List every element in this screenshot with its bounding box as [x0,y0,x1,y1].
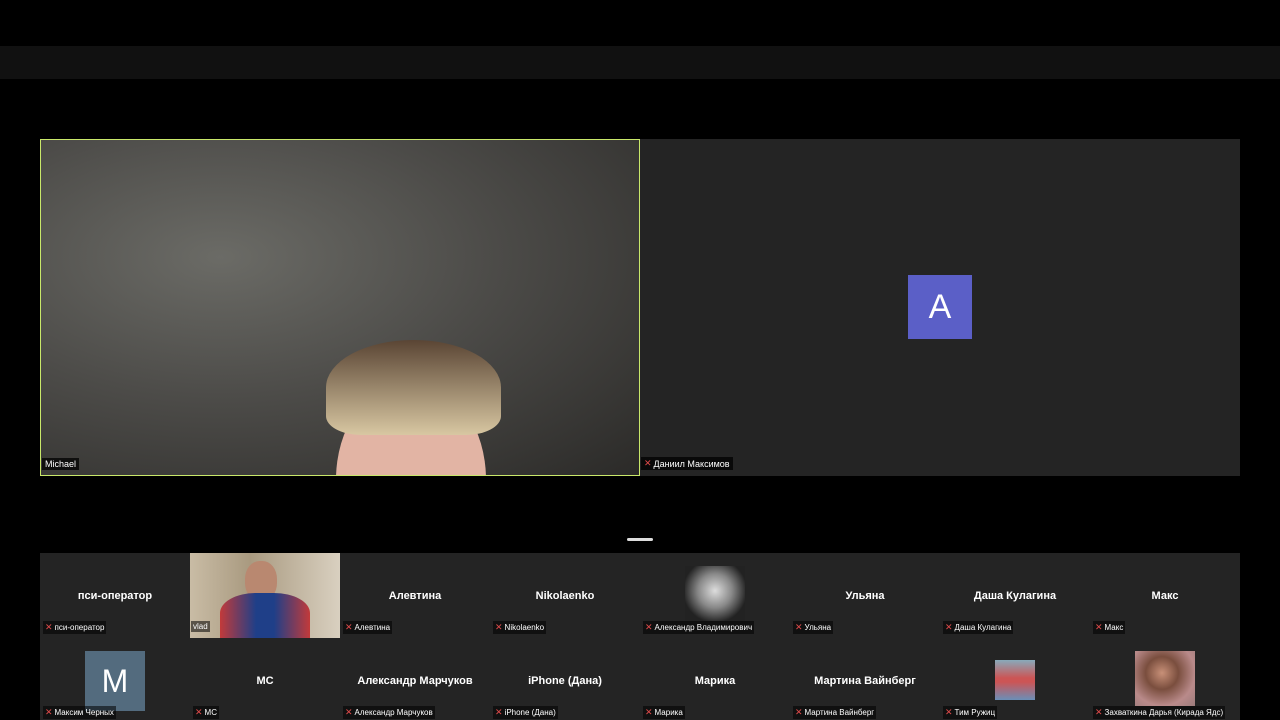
participant-tile[interactable]: Nikolaenko ✕ Nikolaenko [490,553,640,638]
mic-off-icon: ✕ [345,622,353,632]
avatar [1135,651,1195,706]
mic-off-icon: ✕ [495,622,503,632]
participant-name-label: ✕ Ульяна [793,621,834,634]
mic-off-icon: ✕ [195,707,203,717]
participant-tile[interactable]: vlad [190,553,340,638]
participant-name-label: ✕ Даша Кулагина [943,621,1014,634]
participant-title: пси-оператор [77,590,153,602]
top-bar [0,46,1280,79]
participant-title: Александр Марчуков [357,675,473,687]
participant-title: Мартина Вайнберг [814,675,916,687]
participant-tile[interactable]: Алевтина ✕ Алевтина [340,553,490,638]
participant-name-label: ✕ Александр Владимирович [643,621,755,634]
mic-off-icon: ✕ [45,707,53,717]
participant-title: Nikolaenko [535,590,595,602]
participant-name-label: ✕ Nikolaenko [493,621,547,634]
participant-video [190,553,340,638]
resize-handle[interactable] [627,538,653,541]
mic-off-icon: ✕ [345,707,353,717]
participant-tile[interactable]: Александр Марчуков ✕ Александр Марчуков [340,638,490,720]
mic-off-icon: ✕ [45,622,53,632]
mic-off-icon: ✕ [644,458,652,468]
mic-off-icon: ✕ [645,622,653,632]
avatar [685,566,745,621]
participant-name-label: ✕ Алевтина [343,621,393,634]
avatar: M [85,651,145,711]
participant-tile[interactable]: ✕ Захваткина Дарья (Кирада Ядс) [1090,638,1240,720]
participant-name-label: ✕ Тим Ружиц [943,706,998,719]
participant-name: Даниил Максимов [653,458,730,469]
participant-tile[interactable]: Макс ✕ Макс [1090,553,1240,638]
participant-tile[interactable]: iPhone (Дана) ✕ iPhone (Дана) [490,638,640,720]
participant-name-label: ✕ Даниил Максимов [641,457,733,470]
mic-off-icon: ✕ [1095,622,1103,632]
participant-gallery: пси-оператор ✕ пси-оператор vlad Алевтина… [40,553,1240,720]
participant-title: Ульяна [845,590,885,602]
participant-name-label: ✕ Мартина Вайнберг [793,706,877,719]
avatar [995,660,1035,700]
mic-off-icon: ✕ [795,622,803,632]
participant-title: Марика [694,675,736,687]
mic-off-icon: ✕ [945,707,953,717]
participant-tile[interactable]: ✕ Тим Ружиц [940,638,1090,720]
participant-name-label: ✕ пси-оператор [43,621,107,634]
participant-title: Алевтина [388,590,442,602]
participant-tile[interactable]: M ✕ Максим Черных [40,638,190,720]
participant-tile[interactable]: ✕ Александр Владимирович [640,553,790,638]
participant-title: Даша Кулагина [973,590,1057,602]
participant-name-label: vlad [191,621,210,632]
mic-off-icon: ✕ [945,622,953,632]
participant-name: Michael [45,459,77,469]
video-tile-avatar[interactable]: A ✕ Даниил Максимов [640,139,1240,476]
mic-off-icon: ✕ [645,707,653,717]
mic-off-icon: ✕ [795,707,803,717]
participant-tile[interactable]: Марика ✕ Марика [640,638,790,720]
participant-title: iPhone (Дана) [528,675,602,687]
participant-title: Макс [1151,590,1179,602]
participant-name-label: ✕ Александр Марчуков [343,706,435,719]
participant-name-label: ✕ МС [193,706,219,719]
participant-name-label: ✕ Максим Черных [43,706,116,719]
participant-tile[interactable]: МС ✕ МС [190,638,340,720]
mic-off-icon: ✕ [495,707,503,717]
video-tile-main[interactable]: Michael [40,139,640,476]
avatar: A [908,275,972,339]
participant-name-label: ✕ iPhone (Дана) [493,706,558,719]
participant-title: МС [256,675,274,687]
participant-tile[interactable]: Ульяна ✕ Ульяна [790,553,940,638]
participant-name-label: ✕ Захваткина Дарья (Кирада Ядс) [1093,706,1226,719]
participant-tile[interactable]: Мартина Вайнберг ✕ Мартина Вайнберг [790,638,940,720]
participant-name-label: ✕ Марика [643,706,685,719]
mic-off-icon: ✕ [1095,707,1103,717]
speaker-video-hair [326,340,501,435]
participant-tile[interactable]: пси-оператор ✕ пси-оператор [40,553,190,638]
participant-name-label: Michael [42,458,80,470]
participant-name-label: ✕ Макс [1093,621,1126,634]
participant-tile[interactable]: Даша Кулагина ✕ Даша Кулагина [940,553,1090,638]
